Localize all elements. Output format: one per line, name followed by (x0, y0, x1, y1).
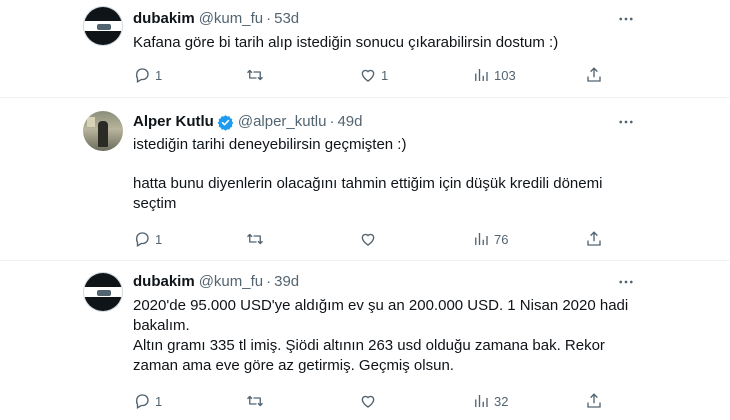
like-icon (361, 233, 375, 246)
author-handle[interactable]: @kum_fu (199, 9, 263, 29)
avatar[interactable] (83, 272, 123, 312)
avatar[interactable] (83, 6, 123, 46)
like-button[interactable]: 1 (359, 66, 388, 84)
tweet-line: Altın gramı 335 tl imiş. Şiödi altının 2… (133, 337, 605, 354)
action-bar: 1 32 (133, 392, 638, 412)
tweet-line: istediğin tarihi deneyebilirsin geçmişte… (133, 136, 407, 153)
author-name[interactable]: dubakim (133, 9, 195, 29)
tweet-line: Kafana göre bi tarih alıp istediğin sonu… (133, 34, 559, 51)
tweet-header: dubakim @kum_fu · 39d (133, 272, 299, 292)
views-count: 76 (494, 231, 509, 247)
tweet-2[interactable]: Alper Kutlu @alper_kutlu · 49d istediğin… (0, 98, 730, 261)
tweet-header: dubakim @kum_fu · 53d (133, 9, 299, 29)
more-icon[interactable] (616, 112, 636, 132)
action-bar: 1 76 (133, 230, 638, 250)
tweet-3[interactable]: dubakim @kum_fu · 39d 2020'de 95.000 USD… (0, 261, 730, 420)
author-handle[interactable]: @alper_kutlu (238, 112, 327, 132)
author-name[interactable]: dubakim (133, 272, 195, 292)
more-icon[interactable] (616, 9, 636, 29)
action-bar: 1 1 103 (133, 66, 638, 86)
tweet-time[interactable]: 39d (274, 272, 299, 292)
retweet-icon (247, 233, 263, 245)
separator-dot: · (329, 113, 335, 130)
tweet-line: seçtim (133, 195, 177, 212)
like-icon (361, 69, 375, 82)
views-button[interactable]: 76 (472, 230, 508, 248)
share-button[interactable] (585, 230, 603, 248)
reply-button[interactable]: 1 (133, 66, 162, 84)
tweet-text: istediğin tarihi deneyebilirsin geçmişte… (133, 135, 643, 214)
views-button[interactable]: 103 (472, 66, 516, 84)
tweet-1[interactable]: dubakim @kum_fu · 53d Kafana göre bi tar… (0, 0, 730, 98)
more-icon[interactable] (616, 272, 636, 292)
separator-dot: · (266, 10, 272, 27)
reply-count: 1 (155, 231, 163, 247)
views-icon (475, 233, 488, 245)
like-button[interactable] (359, 230, 377, 248)
reply-button[interactable]: 1 (133, 230, 162, 248)
reply-icon (135, 232, 149, 247)
reply-count: 1 (155, 393, 163, 409)
separator-dot: · (266, 273, 272, 290)
share-icon (587, 393, 601, 408)
views-icon (475, 395, 488, 407)
tweet-line: hatta bunu diyenlerin olacağını tahmin e… (133, 175, 603, 192)
author-handle[interactable]: @kum_fu (199, 272, 263, 292)
reply-icon (135, 394, 149, 409)
reply-count: 1 (155, 67, 163, 83)
share-button[interactable] (585, 392, 603, 410)
retweet-icon (247, 69, 263, 81)
reply-button[interactable]: 1 (133, 392, 162, 410)
tweet-line: bakalım. (133, 317, 190, 334)
retweet-button[interactable] (246, 230, 264, 248)
like-count: 1 (381, 67, 389, 83)
retweet-button[interactable] (246, 392, 264, 410)
views-count: 103 (494, 67, 516, 83)
tweet-text: Kafana göre bi tarih alıp istediğin sonu… (133, 33, 643, 53)
tweet-header: Alper Kutlu @alper_kutlu · 49d (133, 112, 362, 132)
avatar[interactable] (83, 111, 123, 151)
tweet-time[interactable]: 49d (337, 112, 362, 132)
verified-badge-icon (217, 114, 234, 131)
like-button[interactable] (359, 392, 377, 410)
views-button[interactable]: 32 (472, 392, 508, 410)
retweet-icon (247, 395, 263, 407)
tweet-line: 2020'de 95.000 USD'ye aldığım ev şu an 2… (133, 297, 629, 314)
reply-icon (135, 68, 149, 83)
share-icon (587, 67, 601, 82)
author-name[interactable]: Alper Kutlu (133, 112, 214, 132)
views-count: 32 (494, 393, 509, 409)
tweet-time[interactable]: 53d (274, 9, 299, 29)
share-icon (587, 231, 601, 246)
like-icon (361, 395, 375, 408)
tweet-text: 2020'de 95.000 USD'ye aldığım ev şu an 2… (133, 296, 643, 376)
share-button[interactable] (585, 66, 603, 84)
retweet-button[interactable] (246, 66, 264, 84)
views-icon (475, 69, 488, 81)
tweet-line: zaman ama eve göre az getirmiş. Geçmiş o… (133, 357, 454, 374)
